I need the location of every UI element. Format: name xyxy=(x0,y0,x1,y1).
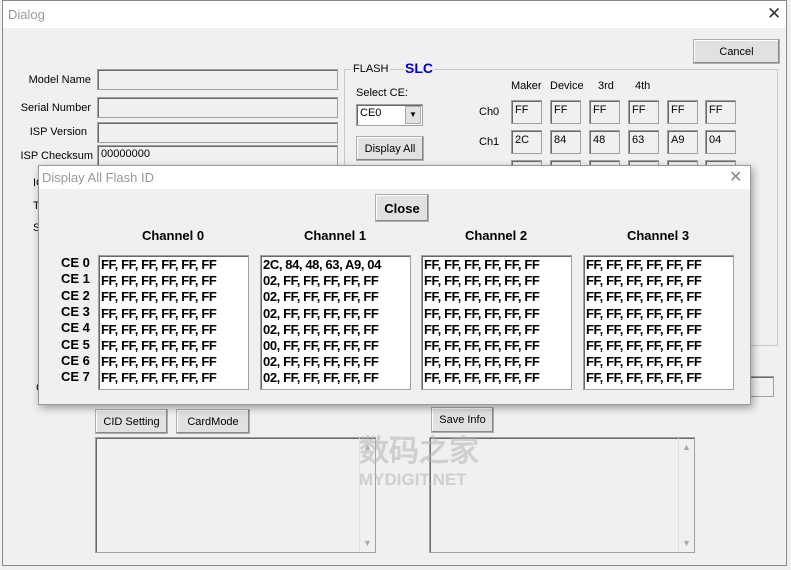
row-label-ch1: Ch1 xyxy=(479,136,500,148)
ce-label: CE 6 xyxy=(61,352,90,368)
ce-label: CE 0 xyxy=(61,255,90,270)
isp-checksum-label: ISP Checksum xyxy=(20,150,93,162)
col-header-4th: 4th xyxy=(635,80,651,92)
info-memo-right[interactable]: ▲ ▼ xyxy=(429,437,695,553)
isp-version-field[interactable] xyxy=(97,122,338,143)
flash-id-box[interactable]: 48 xyxy=(589,130,620,154)
flash-id-box[interactable]: FF xyxy=(667,100,698,124)
channel-header: Channel 1 xyxy=(303,228,367,243)
col-header-device: Device xyxy=(550,80,584,92)
flash-id-box[interactable]: FF xyxy=(511,100,542,124)
cancel-button[interactable]: Cancel xyxy=(693,39,780,64)
flash-id-box[interactable]: 84 xyxy=(550,130,581,154)
ce-label: CE 5 xyxy=(61,336,90,352)
title-bar: Dialog ✕ xyxy=(3,1,786,28)
row-label-ch0: Ch0 xyxy=(479,106,500,118)
close-icon[interactable]: ✕ xyxy=(767,4,781,24)
flash-type-label: SLC xyxy=(404,60,434,76)
select-ce-dropdown[interactable]: CE0 ▼ xyxy=(356,104,423,126)
serial-number-field[interactable] xyxy=(97,97,338,118)
flash-id-box[interactable]: A9 xyxy=(667,130,698,154)
channel-id-list[interactable]: FF, FF, FF, FF, FF, FF FF, FF, FF, FF, F… xyxy=(421,255,572,390)
scrollbar[interactable]: ▲ ▼ xyxy=(678,438,694,552)
flash-group-label: FLASH xyxy=(351,63,391,75)
channel-header: Channel 3 xyxy=(626,228,690,243)
select-ce-label: Select CE: xyxy=(356,87,408,99)
isp-checksum-field[interactable]: 00000000 xyxy=(97,145,338,166)
close-button[interactable]: Close xyxy=(375,194,429,222)
channel-id-list[interactable]: 2C, 84, 48, 63, A9, 04 02, FF, FF, FF, F… xyxy=(260,255,411,390)
isp-version-label: ISP Version xyxy=(29,126,87,138)
info-memo-left[interactable]: ▲ ▼ xyxy=(95,437,376,553)
model-name-field[interactable] xyxy=(97,69,338,90)
ce-label: CE 2 xyxy=(61,287,90,303)
cid-setting-button[interactable]: CID Setting xyxy=(95,409,168,434)
channel-header: Channel 2 xyxy=(464,228,528,243)
flash-id-box[interactable]: 63 xyxy=(628,130,659,154)
col-header-maker: Maker xyxy=(511,80,542,92)
save-info-button[interactable]: Save Info xyxy=(431,407,494,433)
channel-id-list[interactable]: FF, FF, FF, FF, FF, FF FF, FF, FF, FF, F… xyxy=(583,255,734,390)
close-icon[interactable]: ✕ xyxy=(729,167,742,187)
serial-number-label: Serial Number xyxy=(20,102,91,114)
scrollbar[interactable]: ▲ ▼ xyxy=(359,438,375,552)
ce-label: CE 1 xyxy=(61,271,90,287)
model-name-label: Model Name xyxy=(28,74,91,86)
col-header-3rd: 3rd xyxy=(598,80,614,92)
select-ce-value: CE0 xyxy=(360,107,382,119)
window-title: Dialog xyxy=(8,7,45,22)
flash-id-box[interactable]: FF xyxy=(550,100,581,124)
flash-id-box[interactable]: FF xyxy=(589,100,620,124)
popup-title-bar: Display All Flash ID ✕ xyxy=(39,166,750,189)
flash-id-box[interactable]: FF xyxy=(628,100,659,124)
ce-label: CE 3 xyxy=(61,303,90,319)
channel-id-list[interactable]: FF, FF, FF, FF, FF, FF FF, FF, FF, FF, F… xyxy=(98,255,249,390)
ce-label: CE 4 xyxy=(61,320,90,336)
popup-title: Display All Flash ID xyxy=(42,170,154,185)
flash-id-box[interactable]: 04 xyxy=(705,130,736,154)
display-all-button[interactable]: Display All xyxy=(356,136,424,161)
ce-label: CE 7 xyxy=(61,369,90,385)
flash-id-box[interactable]: 2C xyxy=(511,130,542,154)
display-all-flash-id-dialog: Display All Flash ID ✕ Close CE 0 CE 1 CE … xyxy=(38,165,751,405)
card-mode-button[interactable]: CardMode xyxy=(176,409,250,434)
flash-id-box[interactable]: FF xyxy=(705,100,736,124)
channel-header: Channel 0 xyxy=(141,228,205,243)
chevron-down-icon[interactable]: ▼ xyxy=(405,106,421,124)
